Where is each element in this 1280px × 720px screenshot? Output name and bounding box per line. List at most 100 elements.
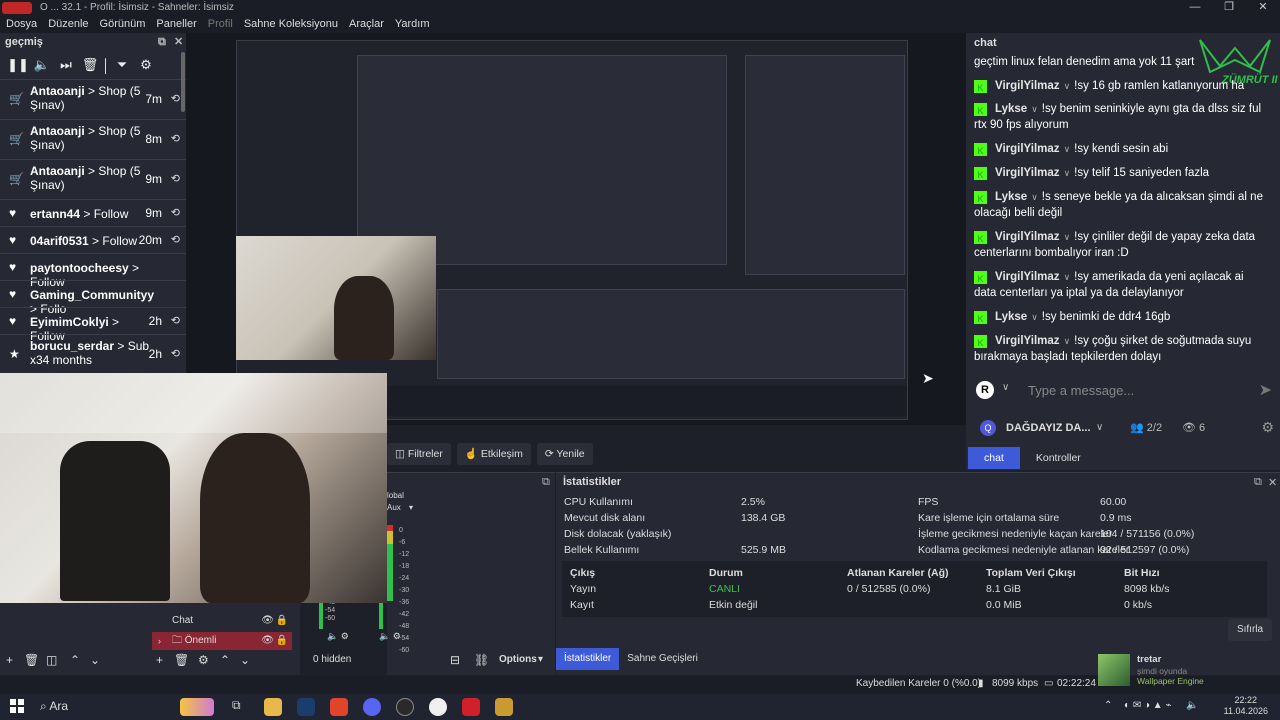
speaker-icon[interactable]: 🔈 ⚙ xyxy=(327,631,349,642)
history-item[interactable]: ★ borucu_serdar > Sub x34 months 2h ⟲ xyxy=(0,334,186,374)
chevron-down-icon[interactable]: ∨ xyxy=(1002,382,1009,393)
eye-icon[interactable]: 👁 xyxy=(261,612,274,630)
file-explorer-icon[interactable] xyxy=(264,698,282,716)
chevron-down-icon[interactable]: ∨ xyxy=(1031,192,1038,202)
add-icon[interactable]: + xyxy=(6,653,13,667)
obs-icon[interactable] xyxy=(396,698,414,716)
gear-icon[interactable]: ⚙ xyxy=(198,653,209,667)
chevron-down-icon[interactable]: ∨ xyxy=(1064,81,1071,91)
tab-chat[interactable]: chat xyxy=(968,447,1020,469)
app-icon[interactable] xyxy=(462,698,480,716)
history-item[interactable]: ♥ paytontoocheesy > Follow xyxy=(0,253,186,289)
copilot-icon[interactable] xyxy=(180,698,214,716)
replay-icon[interactable]: ⟲ xyxy=(171,92,180,105)
source-item-chat[interactable]: Chat 👁 🔒 xyxy=(152,612,292,630)
chevron-down-icon[interactable]: ▾ xyxy=(538,654,543,665)
history-scrollbar[interactable] xyxy=(181,52,185,112)
history-item[interactable]: 🛒 Antaoanji > Shop (5 Şınav) 8m ⟲ xyxy=(0,119,186,159)
chevron-down-icon[interactable]: ∨ xyxy=(1064,272,1071,282)
menu-tools[interactable]: Araçlar xyxy=(349,16,384,33)
task-view-icon[interactable]: ⧉ xyxy=(232,698,250,716)
dock-close-icon[interactable]: ✕ xyxy=(1268,476,1277,489)
dock-close-icon[interactable]: ✕ xyxy=(174,33,183,51)
options-button[interactable]: Options xyxy=(499,654,537,665)
app-icon[interactable] xyxy=(495,698,513,716)
discord-icon[interactable] xyxy=(363,698,381,716)
message-user[interactable]: Lykse xyxy=(995,191,1027,203)
message-user[interactable]: VirgilYilmaz xyxy=(995,80,1060,92)
replay-icon[interactable]: ⟲ xyxy=(171,347,180,360)
menu-edit[interactable]: Düzenle xyxy=(48,16,88,33)
arrow-down-icon[interactable]: ⌄ xyxy=(240,653,250,667)
chevron-right-icon[interactable]: › xyxy=(158,632,161,650)
arrow-up-icon[interactable]: ⌃ xyxy=(220,653,230,667)
clock[interactable]: 22:22 11.04.2026 xyxy=(1224,695,1268,717)
chevron-down-icon[interactable]: ∨ xyxy=(1064,232,1071,242)
link-icon[interactable]: ⛓ xyxy=(474,653,489,667)
tray-icons[interactable]: ◐ ✉ ◑ ▲ ⌁ xyxy=(1124,700,1172,711)
filter-icon[interactable]: ◫ xyxy=(46,653,57,667)
replay-icon[interactable]: ⟲ xyxy=(171,206,180,219)
filter-icon[interactable]: ⏷ xyxy=(110,57,134,73)
chevron-down-icon[interactable]: ∨ xyxy=(1096,422,1103,433)
chevron-down-icon[interactable]: ∨ xyxy=(1064,144,1071,154)
replay-icon[interactable]: ⟲ xyxy=(171,132,180,145)
layout-icon[interactable]: ⊟ xyxy=(450,653,460,667)
undock-icon[interactable]: ⧉ xyxy=(158,33,166,51)
chat-input[interactable]: Type a message... xyxy=(1028,383,1134,398)
refresh-button[interactable]: ⟳ Yenile xyxy=(536,443,593,465)
steam-icon[interactable] xyxy=(297,698,315,716)
message-user[interactable]: VirgilYilmaz xyxy=(995,167,1060,179)
volume-icon[interactable]: 🔈 xyxy=(1186,700,1198,711)
menu-file[interactable]: Dosya xyxy=(6,16,37,33)
menu-docks[interactable]: Paneller xyxy=(156,16,196,33)
chevron-up-icon[interactable]: ⌃ xyxy=(1104,700,1112,711)
trash-icon[interactable]: 🗑 xyxy=(24,653,39,667)
chevron-down-icon[interactable]: ▾ xyxy=(409,503,413,512)
tab-scene-transitions[interactable]: Sahne Geçişleri xyxy=(619,648,706,670)
message-user[interactable]: Lykse xyxy=(995,311,1027,323)
gear-icon[interactable]: ⚙ xyxy=(134,57,158,73)
minimize-button[interactable]: — xyxy=(1178,0,1212,16)
close-button[interactable]: ✕ xyxy=(1246,0,1280,16)
windows-start-icon[interactable] xyxy=(10,699,24,713)
send-icon[interactable]: ➤ xyxy=(1259,380,1272,400)
volume-icon[interactable]: 🔈 xyxy=(30,57,54,73)
brave-icon[interactable] xyxy=(330,698,348,716)
undock-icon[interactable]: ⧉ xyxy=(542,476,550,489)
replay-icon[interactable]: ⟲ xyxy=(171,233,180,246)
interact-button[interactable]: ☝ Etkileşim xyxy=(456,443,531,465)
history-item[interactable]: ♥ EyimimCoklyi > Follow 2h ⟲ xyxy=(0,307,186,343)
menu-scene-collection[interactable]: Sahne Koleksiyonu xyxy=(244,16,338,33)
preview-canvas[interactable] xyxy=(236,40,908,420)
message-user[interactable]: VirgilYilmaz xyxy=(995,335,1060,347)
skip-icon[interactable]: ⏭ xyxy=(54,57,78,73)
menu-profile[interactable]: Profil xyxy=(208,16,233,33)
undock-icon[interactable]: ⧉ xyxy=(1254,476,1262,489)
arrow-up-icon[interactable]: ⌃ xyxy=(70,653,80,667)
message-user[interactable]: Lykse xyxy=(995,103,1027,115)
history-item[interactable]: 🛒 Antaoanji > Shop (5 Şınav) 7m ⟲ xyxy=(0,79,186,119)
chevron-down-icon[interactable]: ∨ xyxy=(1031,312,1038,322)
history-item[interactable]: 🛒 Antaoanji > Shop (5 Şınav) 9m ⟲ xyxy=(0,159,186,199)
steam-notification[interactable]: tretar şimdi oyunda Wallpaper Engine xyxy=(1096,652,1280,690)
source-item-onemli[interactable]: › 🗀 Önemli 👁 🔒 xyxy=(152,632,292,650)
history-item[interactable]: ♥ ertann44 > Follow 9m ⟲ xyxy=(0,199,186,226)
lock-icon[interactable]: 🔒 xyxy=(276,632,288,650)
message-user[interactable]: VirgilYilmaz xyxy=(995,231,1060,243)
message-user[interactable]: VirgilYilmaz xyxy=(995,143,1060,155)
tab-controls[interactable]: Kontroller xyxy=(1020,447,1097,469)
history-item[interactable]: ♥ 04arif0531 > Follow 20m ⟲ xyxy=(0,226,186,253)
chevron-down-icon[interactable]: ∨ xyxy=(1064,336,1071,346)
reset-button[interactable]: Sıfırla xyxy=(1228,619,1272,641)
speaker-icon[interactable]: 🔈 ⚙ xyxy=(379,631,401,642)
pause-icon[interactable]: ❚❚ xyxy=(6,57,30,73)
add-source-icon[interactable]: + xyxy=(156,653,163,667)
maximize-button[interactable]: ❐ xyxy=(1212,0,1246,16)
history-item[interactable]: ♥ Gaming_Communityy > Follo xyxy=(0,280,186,316)
eye-icon[interactable]: 👁 xyxy=(261,632,274,650)
tab-stats[interactable]: İstatistikler xyxy=(556,648,620,670)
channel-name[interactable]: DAĞDAYIZ DA... xyxy=(1006,422,1091,434)
taskbar-search[interactable]: ⌕ Ara xyxy=(40,699,68,714)
lock-icon[interactable]: 🔒 xyxy=(276,612,288,630)
